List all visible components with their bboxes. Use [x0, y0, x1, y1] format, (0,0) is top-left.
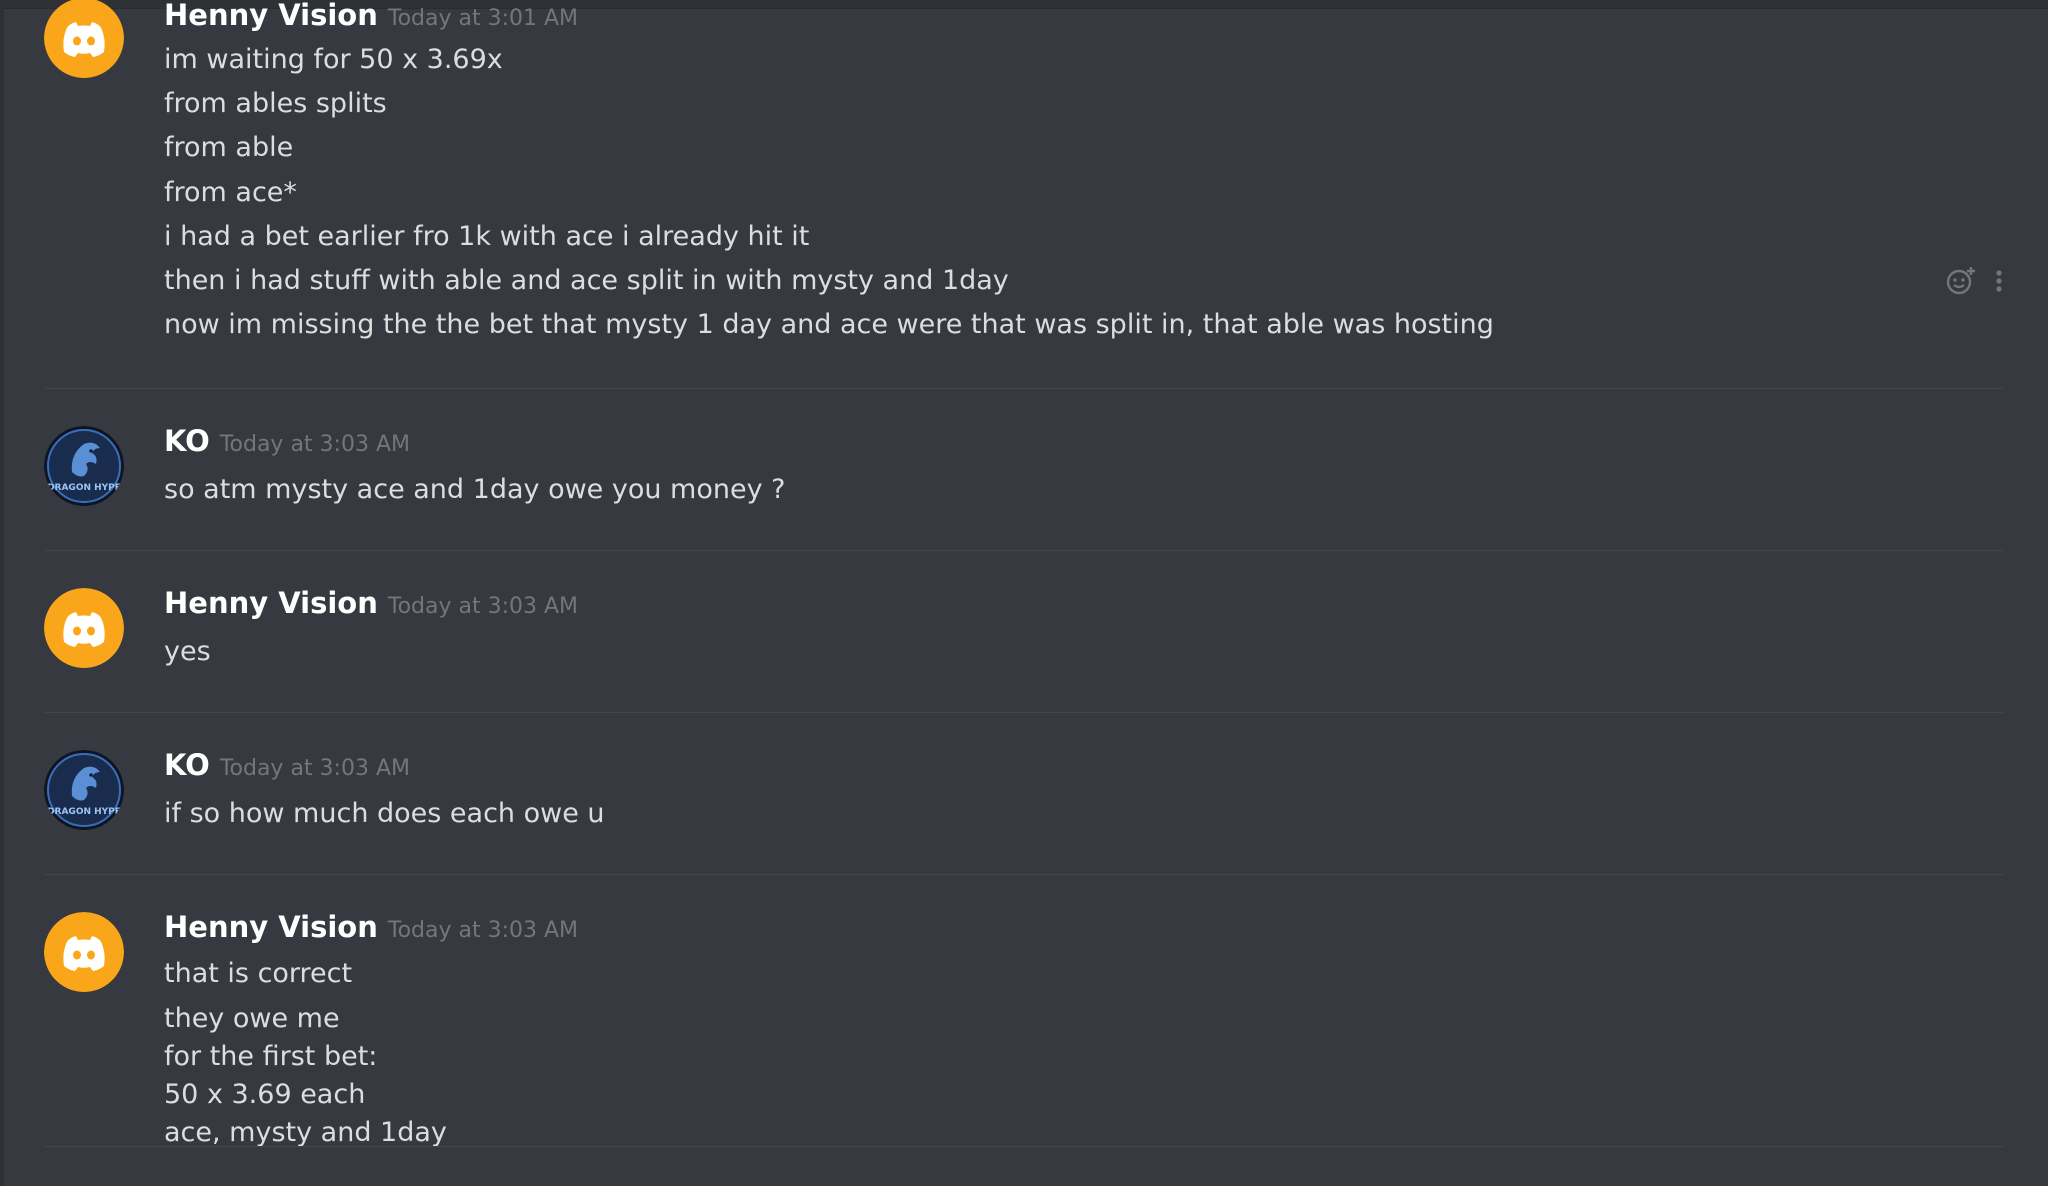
message-divider [44, 550, 2004, 551]
discord-logo-icon [44, 588, 124, 668]
message-text: yes [164, 636, 211, 667]
timestamp: Today at 3:03 AM [387, 594, 579, 619]
message-group[interactable]: DRAGON HYPE KO Today at 3:03 AM so atm my… [44, 424, 2004, 524]
message-text: so atm mysty ace and 1day owe you money … [164, 474, 786, 505]
message-header: KO Today at 3:03 AM [164, 748, 410, 782]
left-gutter [0, 0, 4, 1186]
more-options-icon[interactable] [1994, 266, 2004, 300]
username[interactable]: Henny Vision [164, 586, 378, 620]
message-text: now im missing the the bet that mysty 1 … [164, 309, 1494, 340]
message-header: Henny Vision Today at 3:03 AM [164, 586, 578, 620]
message-text: if so how much does each owe u [164, 798, 605, 829]
dragon-hype-icon: DRAGON HYPE [44, 750, 124, 830]
chat-messages-pane: Henny Vision Today at 3:01 AM im waiting … [0, 0, 2048, 1186]
avatar[interactable]: DRAGON HYPE [44, 426, 124, 506]
message-text: for the first bet: [164, 1041, 378, 1072]
message-header: Henny Vision Today at 3:03 AM [164, 910, 578, 944]
message-text: 50 x 3.69 each [164, 1079, 366, 1110]
message-group[interactable]: Henny Vision Today at 3:03 AM yes [44, 586, 2004, 686]
message-text: that is correct [164, 958, 353, 989]
message-group[interactable]: Henny Vision Today at 3:01 AM im waiting … [44, 0, 2004, 380]
message-text: im waiting for 50 x 3.69x [164, 44, 503, 75]
avatar[interactable] [44, 912, 124, 992]
username[interactable]: KO [164, 424, 210, 458]
avatar-text: DRAGON HYPE [47, 483, 121, 493]
avatar[interactable] [44, 588, 124, 668]
message-text: they owe me [164, 1003, 340, 1034]
message-text: from ace* [164, 177, 297, 208]
message-divider [44, 874, 2004, 875]
discord-logo-icon [44, 912, 124, 992]
dragon-hype-icon: DRAGON HYPE [44, 426, 124, 506]
timestamp: Today at 3:03 AM [219, 756, 410, 781]
message-group[interactable]: DRAGON HYPE KO Today at 3:03 AM if so how… [44, 748, 2004, 848]
message-text: then i had stuff with able and ace split… [164, 265, 1009, 296]
timestamp: Today at 3:01 AM [387, 6, 579, 31]
message-text: ace, mysty and 1day [164, 1117, 447, 1148]
message-text: from ables splits [164, 88, 387, 119]
message-divider [44, 388, 2004, 389]
add-reaction-icon[interactable] [1946, 266, 1976, 300]
message-hover-actions [1942, 262, 2022, 298]
message-divider [44, 712, 2004, 713]
avatar-text: DRAGON HYPE [47, 807, 121, 817]
username[interactable]: Henny Vision [164, 0, 378, 32]
message-divider [44, 1146, 2004, 1147]
timestamp: Today at 3:03 AM [387, 918, 579, 943]
message-group[interactable]: Henny Vision Today at 3:03 AM that is cor… [44, 910, 2004, 1150]
username[interactable]: Henny Vision [164, 910, 378, 944]
message-text: i had a bet earlier fro 1k with ace i al… [164, 221, 810, 252]
avatar[interactable] [44, 0, 124, 78]
timestamp: Today at 3:03 AM [219, 432, 410, 457]
message-text: from able [164, 132, 294, 163]
message-header: KO Today at 3:03 AM [164, 424, 410, 458]
discord-logo-icon [44, 0, 124, 78]
avatar[interactable]: DRAGON HYPE [44, 750, 124, 830]
username[interactable]: KO [164, 748, 210, 782]
message-header: Henny Vision Today at 3:01 AM [164, 0, 578, 32]
